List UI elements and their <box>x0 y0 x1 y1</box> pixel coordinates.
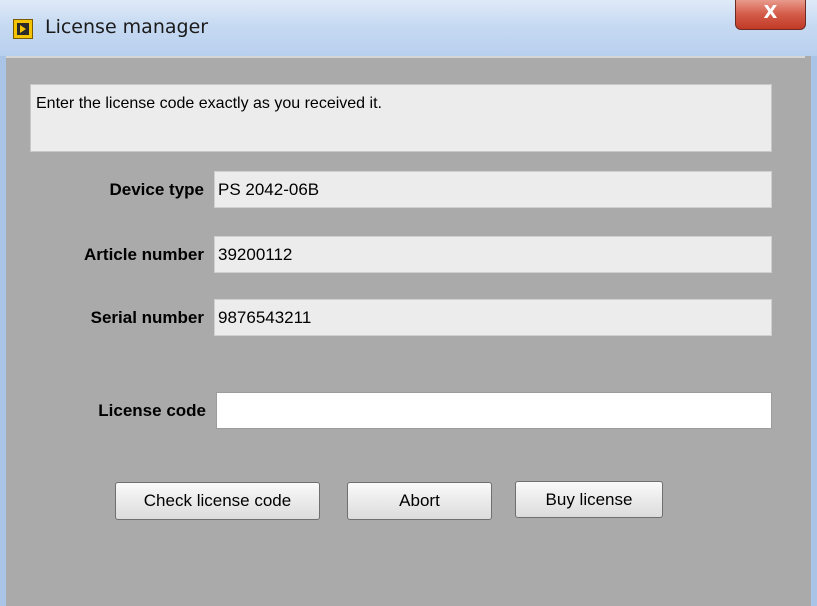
title-bar[interactable]: License manager X <box>0 0 817 56</box>
article-number-field: 39200112 <box>214 236 772 273</box>
license-code-label: License code <box>98 401 206 420</box>
check-license-code-button[interactable]: Check license code <box>115 482 320 520</box>
window-title: License manager <box>45 16 209 38</box>
article-number-label: Article number <box>84 245 204 264</box>
serial-number-field: 9876543211 <box>214 299 772 336</box>
abort-button[interactable]: Abort <box>347 482 492 520</box>
instruction-message: Enter the license code exactly as you re… <box>30 84 772 152</box>
device-type-field: PS 2042-06B <box>214 171 772 208</box>
buy-license-button[interactable]: Buy license <box>515 481 663 518</box>
license-code-input[interactable] <box>216 392 772 429</box>
serial-number-label: Serial number <box>90 308 204 327</box>
device-type-label: Device type <box>109 180 205 199</box>
labview-app-icon <box>13 19 33 39</box>
close-button[interactable]: X <box>735 0 806 30</box>
